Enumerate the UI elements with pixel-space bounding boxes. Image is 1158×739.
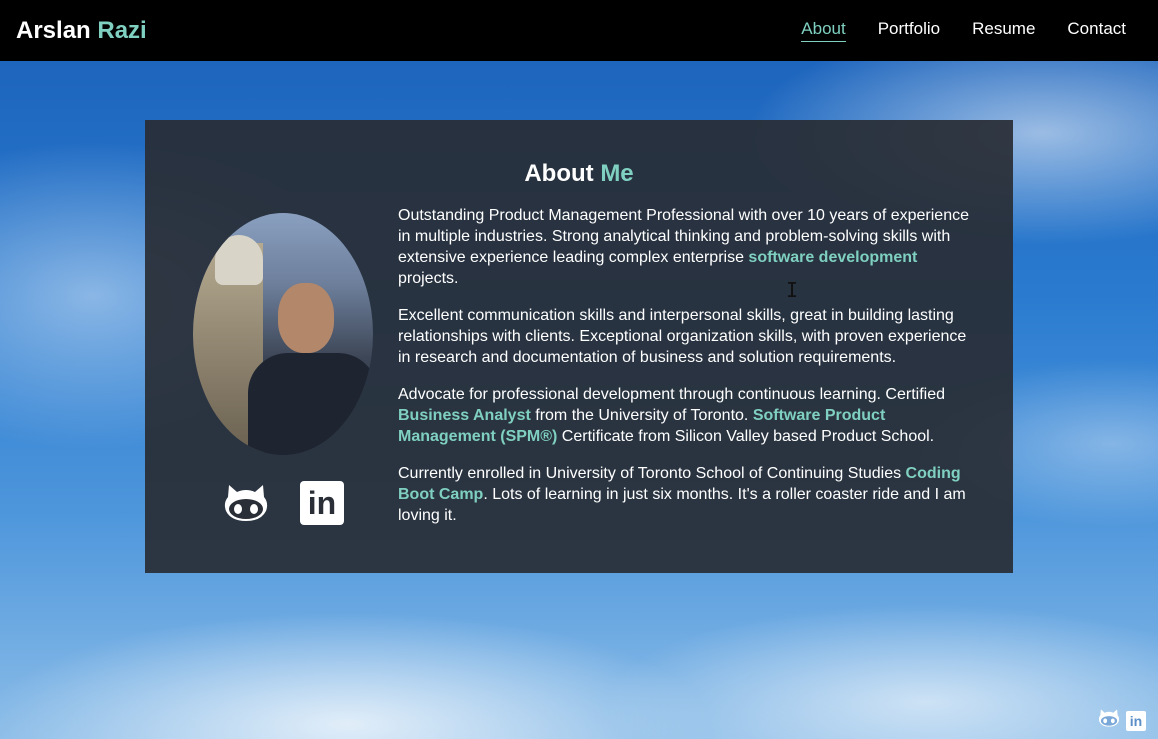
footer-linkedin-link[interactable]: in: [1126, 710, 1146, 731]
p3-highlight-1: Business Analyst: [398, 407, 531, 424]
brand-first-name: Arslan: [16, 16, 91, 44]
navbar: Arslan Razi About Portfolio Resume Conta…: [0, 0, 1158, 61]
p3-text-a: Advocate for professional development th…: [398, 386, 945, 403]
footer-github-link[interactable]: [1098, 708, 1120, 733]
brand-last-name: Razi: [97, 16, 147, 44]
linkedin-link[interactable]: in: [299, 480, 345, 526]
p3-text-c: Certificate from Silicon Valley based Pr…: [557, 428, 935, 445]
photo-person-head: [278, 283, 334, 353]
nav-resume[interactable]: Resume: [972, 19, 1035, 42]
p4-text-b: . Lots of learning in just six months. I…: [398, 486, 966, 524]
github-link[interactable]: [223, 480, 269, 526]
footer-social: in: [1098, 708, 1146, 733]
photo-dome: [215, 235, 263, 285]
about-title: About Me: [145, 160, 1013, 188]
brand-logo[interactable]: Arslan Razi: [16, 17, 147, 45]
about-text: Outstanding Product Management Professio…: [398, 205, 978, 542]
p1-highlight: software development: [748, 249, 918, 266]
photo-person-body: [248, 353, 373, 455]
profile-photo: [193, 213, 373, 455]
p4-text-a: Currently enrolled in University of Toro…: [398, 465, 906, 482]
github-icon: [224, 485, 268, 521]
linkedin-icon: in: [1126, 710, 1146, 731]
about-title-first: About: [524, 160, 594, 187]
linkedin-icon: in: [300, 481, 344, 525]
p1-text-b: projects.: [398, 270, 459, 287]
nav-portfolio[interactable]: Portfolio: [878, 19, 940, 42]
about-paragraph-2: Excellent communication skills and inter…: [398, 307, 967, 366]
about-title-last: Me: [600, 160, 634, 187]
nav-contact[interactable]: Contact: [1067, 19, 1126, 42]
about-paragraph-4: Currently enrolled in University of Toro…: [398, 463, 978, 526]
about-paragraph-1: Outstanding Product Management Professio…: [398, 205, 978, 289]
text-cursor-icon: I: [786, 278, 799, 302]
about-paragraph-3: Advocate for professional development th…: [398, 384, 978, 447]
nav-links: About Portfolio Resume Contact: [801, 19, 1142, 42]
nav-about[interactable]: About: [801, 19, 846, 42]
github-icon: [1098, 709, 1120, 727]
p3-text-b: from the University of Toronto.: [530, 407, 753, 424]
about-card: About Me in Outstanding Product Manageme…: [145, 120, 1013, 573]
